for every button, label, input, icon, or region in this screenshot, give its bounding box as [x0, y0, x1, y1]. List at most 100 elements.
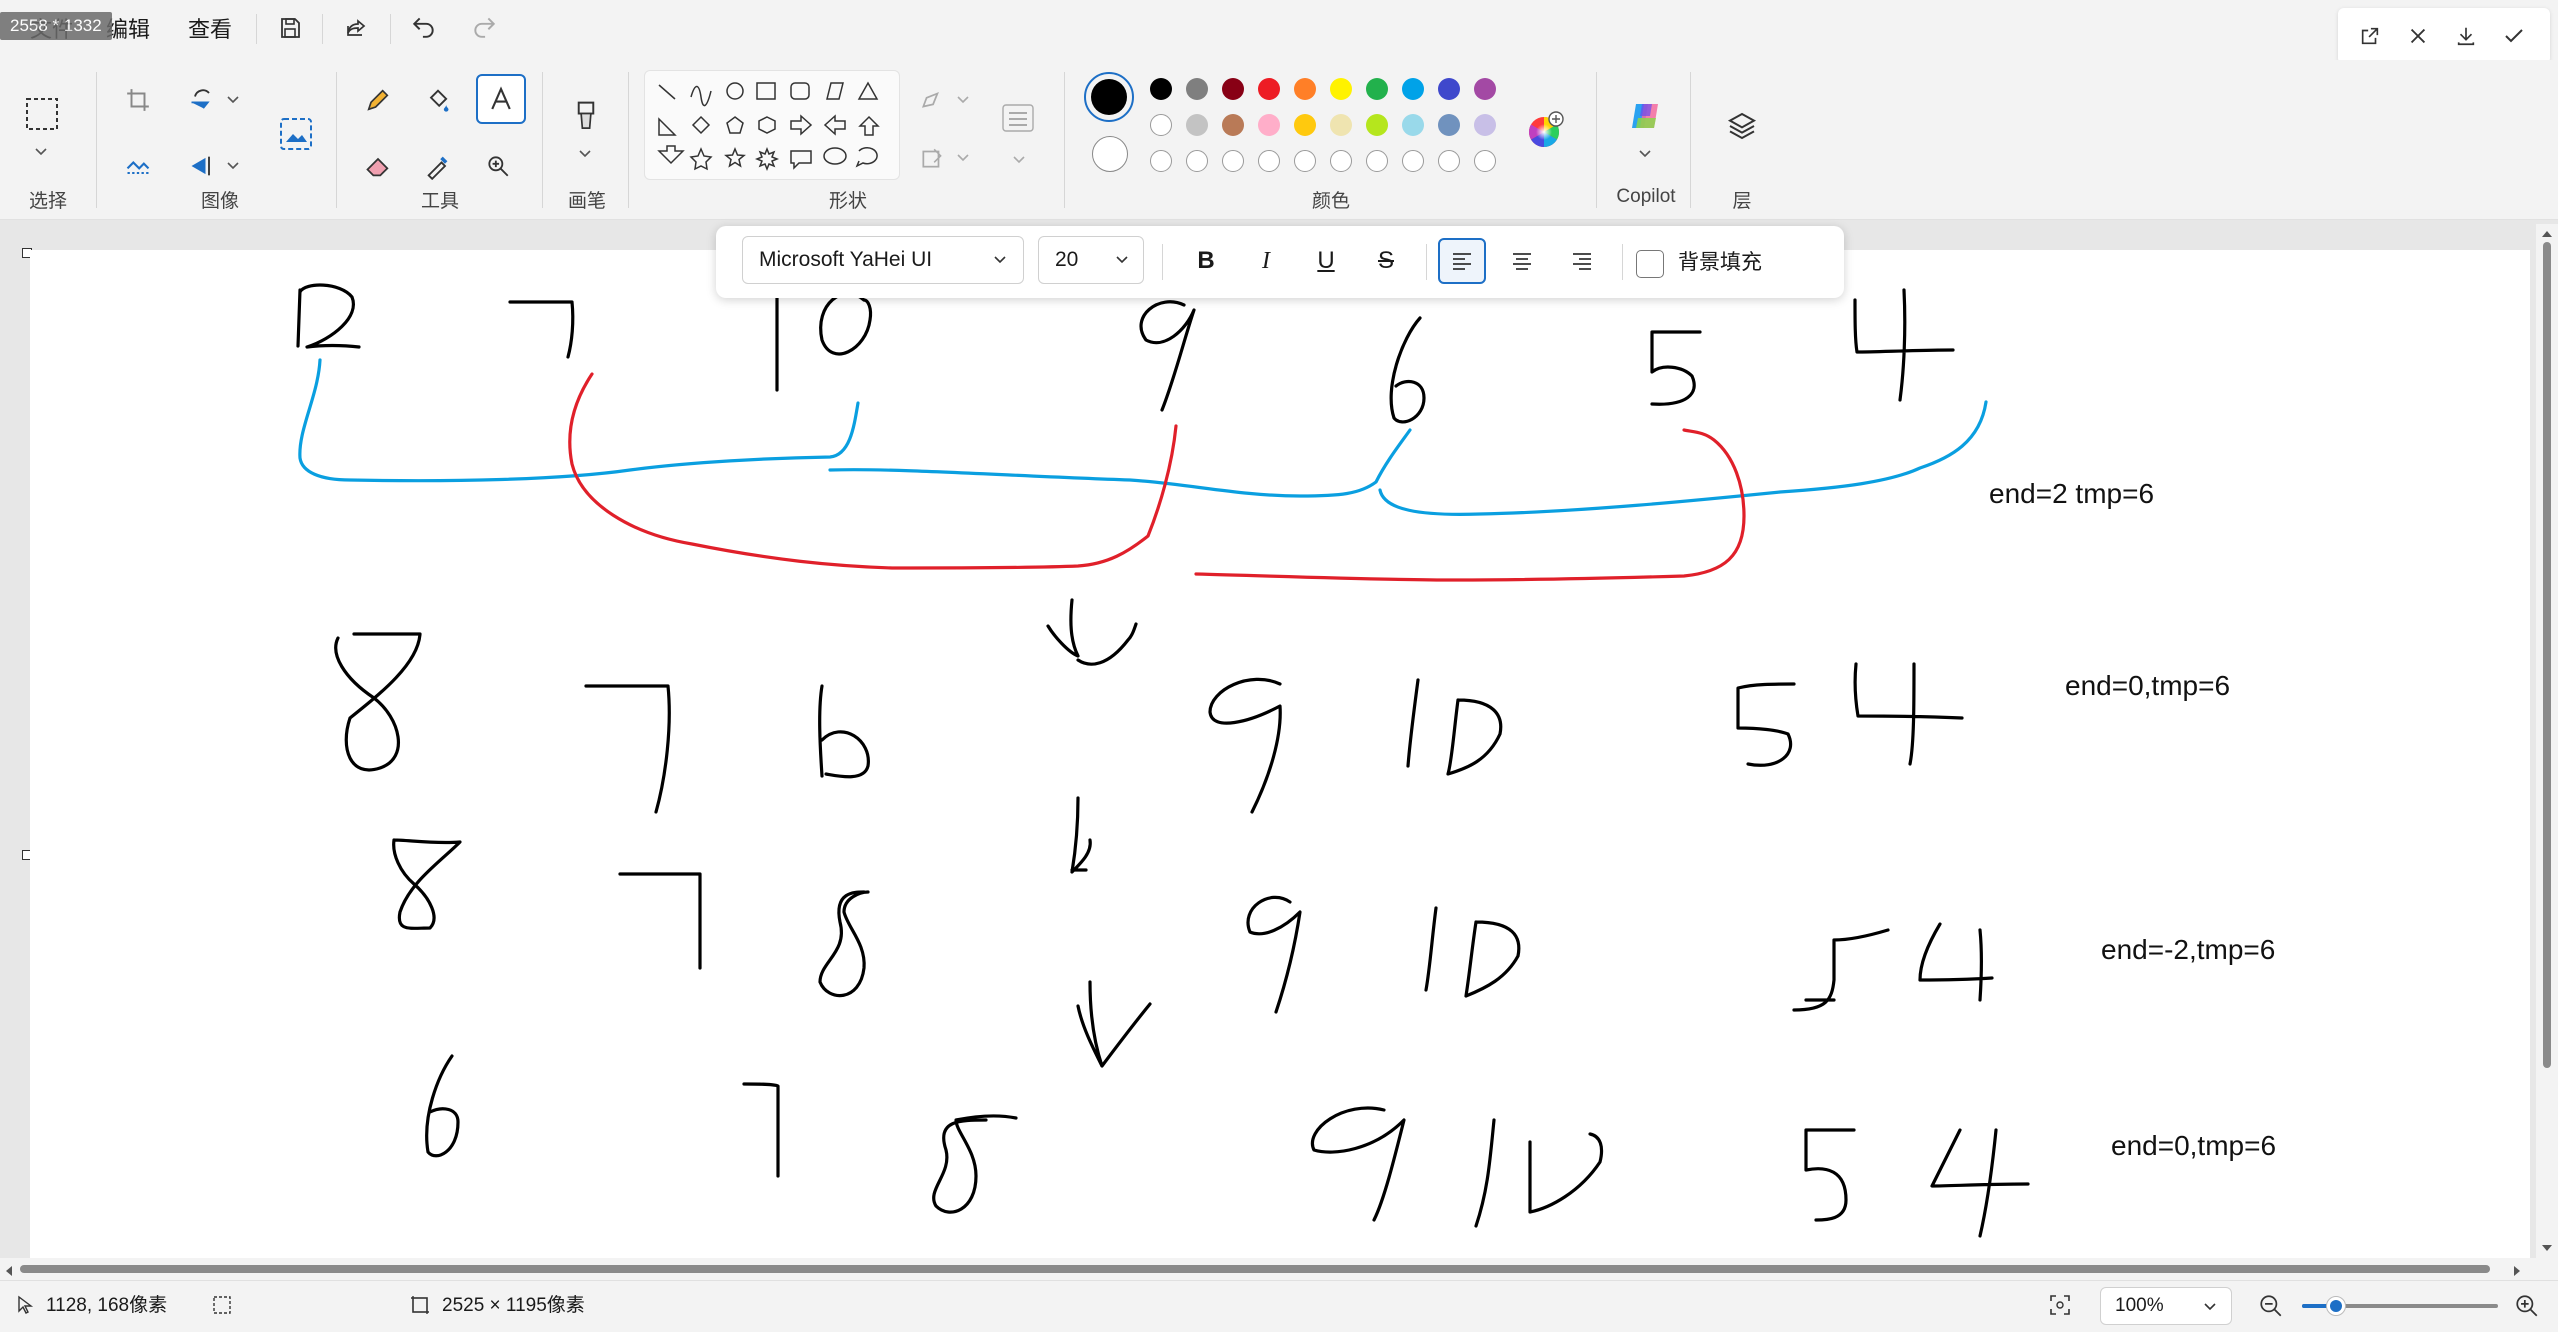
palette-color-swatch[interactable] — [1150, 114, 1172, 136]
layers-button[interactable] — [1718, 102, 1766, 150]
chevron-down-icon[interactable] — [1012, 152, 1026, 170]
underline-button[interactable]: U — [1302, 238, 1350, 284]
primary-color-selector[interactable] — [1084, 72, 1134, 122]
group-label-shapes: 形状 — [828, 191, 867, 212]
zoom-out-button[interactable] — [2258, 1293, 2284, 1325]
chevron-down-icon[interactable] — [1638, 146, 1652, 164]
pencil-tool-button[interactable] — [356, 78, 400, 122]
custom-color-slot[interactable] — [1366, 150, 1388, 172]
save-button[interactable] — [268, 6, 312, 50]
palette-color-swatch[interactable] — [1438, 114, 1460, 136]
strikethrough-button[interactable]: S — [1362, 238, 1410, 284]
font-size-select[interactable]: 20 — [1038, 236, 1144, 284]
background-fill-checkbox[interactable] — [1636, 250, 1664, 278]
rotate-button[interactable] — [180, 78, 224, 122]
close-icon — [2410, 28, 2426, 44]
custom-color-slot[interactable] — [1150, 150, 1172, 172]
close-button[interactable] — [2396, 14, 2440, 58]
chevron-down-icon[interactable] — [578, 146, 592, 164]
open-external-button[interactable] — [2348, 14, 2392, 58]
align-right-icon — [1573, 253, 1591, 270]
select-tool-button[interactable] — [18, 90, 66, 138]
custom-color-slot[interactable] — [1438, 150, 1460, 172]
copilot-button[interactable] — [1620, 90, 1672, 142]
fill-tool-button[interactable] — [416, 78, 460, 122]
palette-color-swatch[interactable] — [1150, 78, 1172, 100]
vertical-scrollbar[interactable] — [2536, 224, 2558, 1260]
edit-colors-button[interactable] — [1526, 110, 1566, 150]
eraser-tool-button[interactable] — [356, 144, 400, 188]
bold-button[interactable]: B — [1182, 238, 1230, 284]
palette-color-swatch[interactable] — [1366, 78, 1388, 100]
palette-color-swatch[interactable] — [1186, 114, 1208, 136]
italic-button[interactable]: I — [1242, 238, 1290, 284]
chevron-down-icon[interactable] — [34, 144, 48, 162]
palette-color-swatch[interactable] — [1222, 78, 1244, 100]
custom-color-slot[interactable] — [1294, 150, 1316, 172]
palette-color-swatch[interactable] — [1222, 114, 1244, 136]
confirm-button[interactable] — [2492, 14, 2536, 58]
custom-color-slot[interactable] — [1402, 150, 1424, 172]
palette-color-swatch[interactable] — [1294, 78, 1316, 100]
crop-button[interactable] — [116, 78, 160, 122]
drawing-canvas[interactable]: end=2 tmp=6 end=0,tmp=6 end=-2,tmp=6 end… — [30, 250, 2530, 1260]
custom-color-slot[interactable] — [1186, 150, 1208, 172]
zoom-select[interactable]: 100% — [2100, 1287, 2232, 1325]
undo-button[interactable] — [402, 4, 446, 48]
group-label-colors: 颜色 — [1311, 191, 1350, 212]
horizontal-scroll-thumb[interactable] — [20, 1265, 2490, 1273]
ribbon-separator — [1596, 72, 1597, 208]
chevron-down-icon[interactable] — [956, 150, 970, 168]
vertical-scroll-thumb[interactable] — [2543, 242, 2551, 1068]
secondary-color-selector[interactable] — [1092, 136, 1128, 172]
shapes-gallery[interactable] — [644, 70, 900, 180]
zoom-in-button[interactable] — [2514, 1293, 2540, 1325]
zoom-out-icon — [2260, 1295, 2282, 1317]
palette-color-swatch[interactable] — [1402, 114, 1424, 136]
custom-color-slot[interactable] — [1258, 150, 1280, 172]
note-step-1: end=2 tmp=6 — [1989, 478, 2155, 509]
palette-color-swatch[interactable] — [1186, 78, 1208, 100]
font-family-select[interactable]: Microsoft YaHei UI — [742, 236, 1024, 284]
rectangle-select-icon — [26, 98, 58, 130]
custom-color-slot[interactable] — [1474, 150, 1496, 172]
palette-color-swatch[interactable] — [1474, 78, 1496, 100]
palette-color-swatch[interactable] — [1294, 114, 1316, 136]
palette-color-swatch[interactable] — [1366, 114, 1388, 136]
palette-color-swatch[interactable] — [1258, 78, 1280, 100]
chevron-down-icon[interactable] — [956, 92, 970, 110]
custom-color-slot[interactable] — [1330, 150, 1352, 172]
background-remove-button[interactable] — [116, 144, 160, 188]
shape-fill-button[interactable] — [910, 136, 954, 180]
magnifier-tool-button[interactable] — [476, 144, 520, 188]
palette-color-swatch[interactable] — [1330, 78, 1352, 100]
palette-color-swatch[interactable] — [1438, 78, 1460, 100]
download-button[interactable] — [2444, 14, 2488, 58]
line-size-button[interactable] — [996, 96, 1040, 140]
color-picker-button[interactable] — [416, 144, 460, 188]
custom-color-slot[interactable] — [1222, 150, 1244, 172]
share-button[interactable] — [334, 6, 378, 50]
redo-button[interactable] — [462, 4, 506, 48]
chevron-down-icon[interactable] — [226, 158, 240, 176]
image-resize-button[interactable] — [270, 108, 322, 160]
ribbon: 选择 图像 工具 画笔 形状 颜色 Copilot 层 — [0, 60, 2558, 220]
align-right-button[interactable] — [1558, 238, 1606, 284]
align-center-button[interactable] — [1498, 238, 1546, 284]
text-tool-button[interactable] — [476, 74, 526, 124]
shape-outline-button[interactable] — [910, 78, 954, 122]
horizontal-scrollbar[interactable] — [0, 1258, 2558, 1280]
align-left-button[interactable] — [1438, 238, 1486, 284]
zoom-slider-thumb[interactable] — [2326, 1296, 2346, 1316]
group-label-brush: 画笔 — [567, 191, 606, 212]
scroll-down-arrow-icon[interactable] — [2541, 1240, 2553, 1258]
menu-view[interactable]: 查看 — [178, 12, 242, 48]
palette-color-swatch[interactable] — [1402, 78, 1424, 100]
chevron-down-icon[interactable] — [226, 92, 240, 110]
brush-button[interactable] — [562, 90, 610, 142]
fit-to-window-button[interactable] — [2048, 1293, 2072, 1323]
palette-color-swatch[interactable] — [1330, 114, 1352, 136]
flip-button[interactable] — [180, 144, 224, 188]
palette-color-swatch[interactable] — [1258, 114, 1280, 136]
palette-color-swatch[interactable] — [1474, 114, 1496, 136]
